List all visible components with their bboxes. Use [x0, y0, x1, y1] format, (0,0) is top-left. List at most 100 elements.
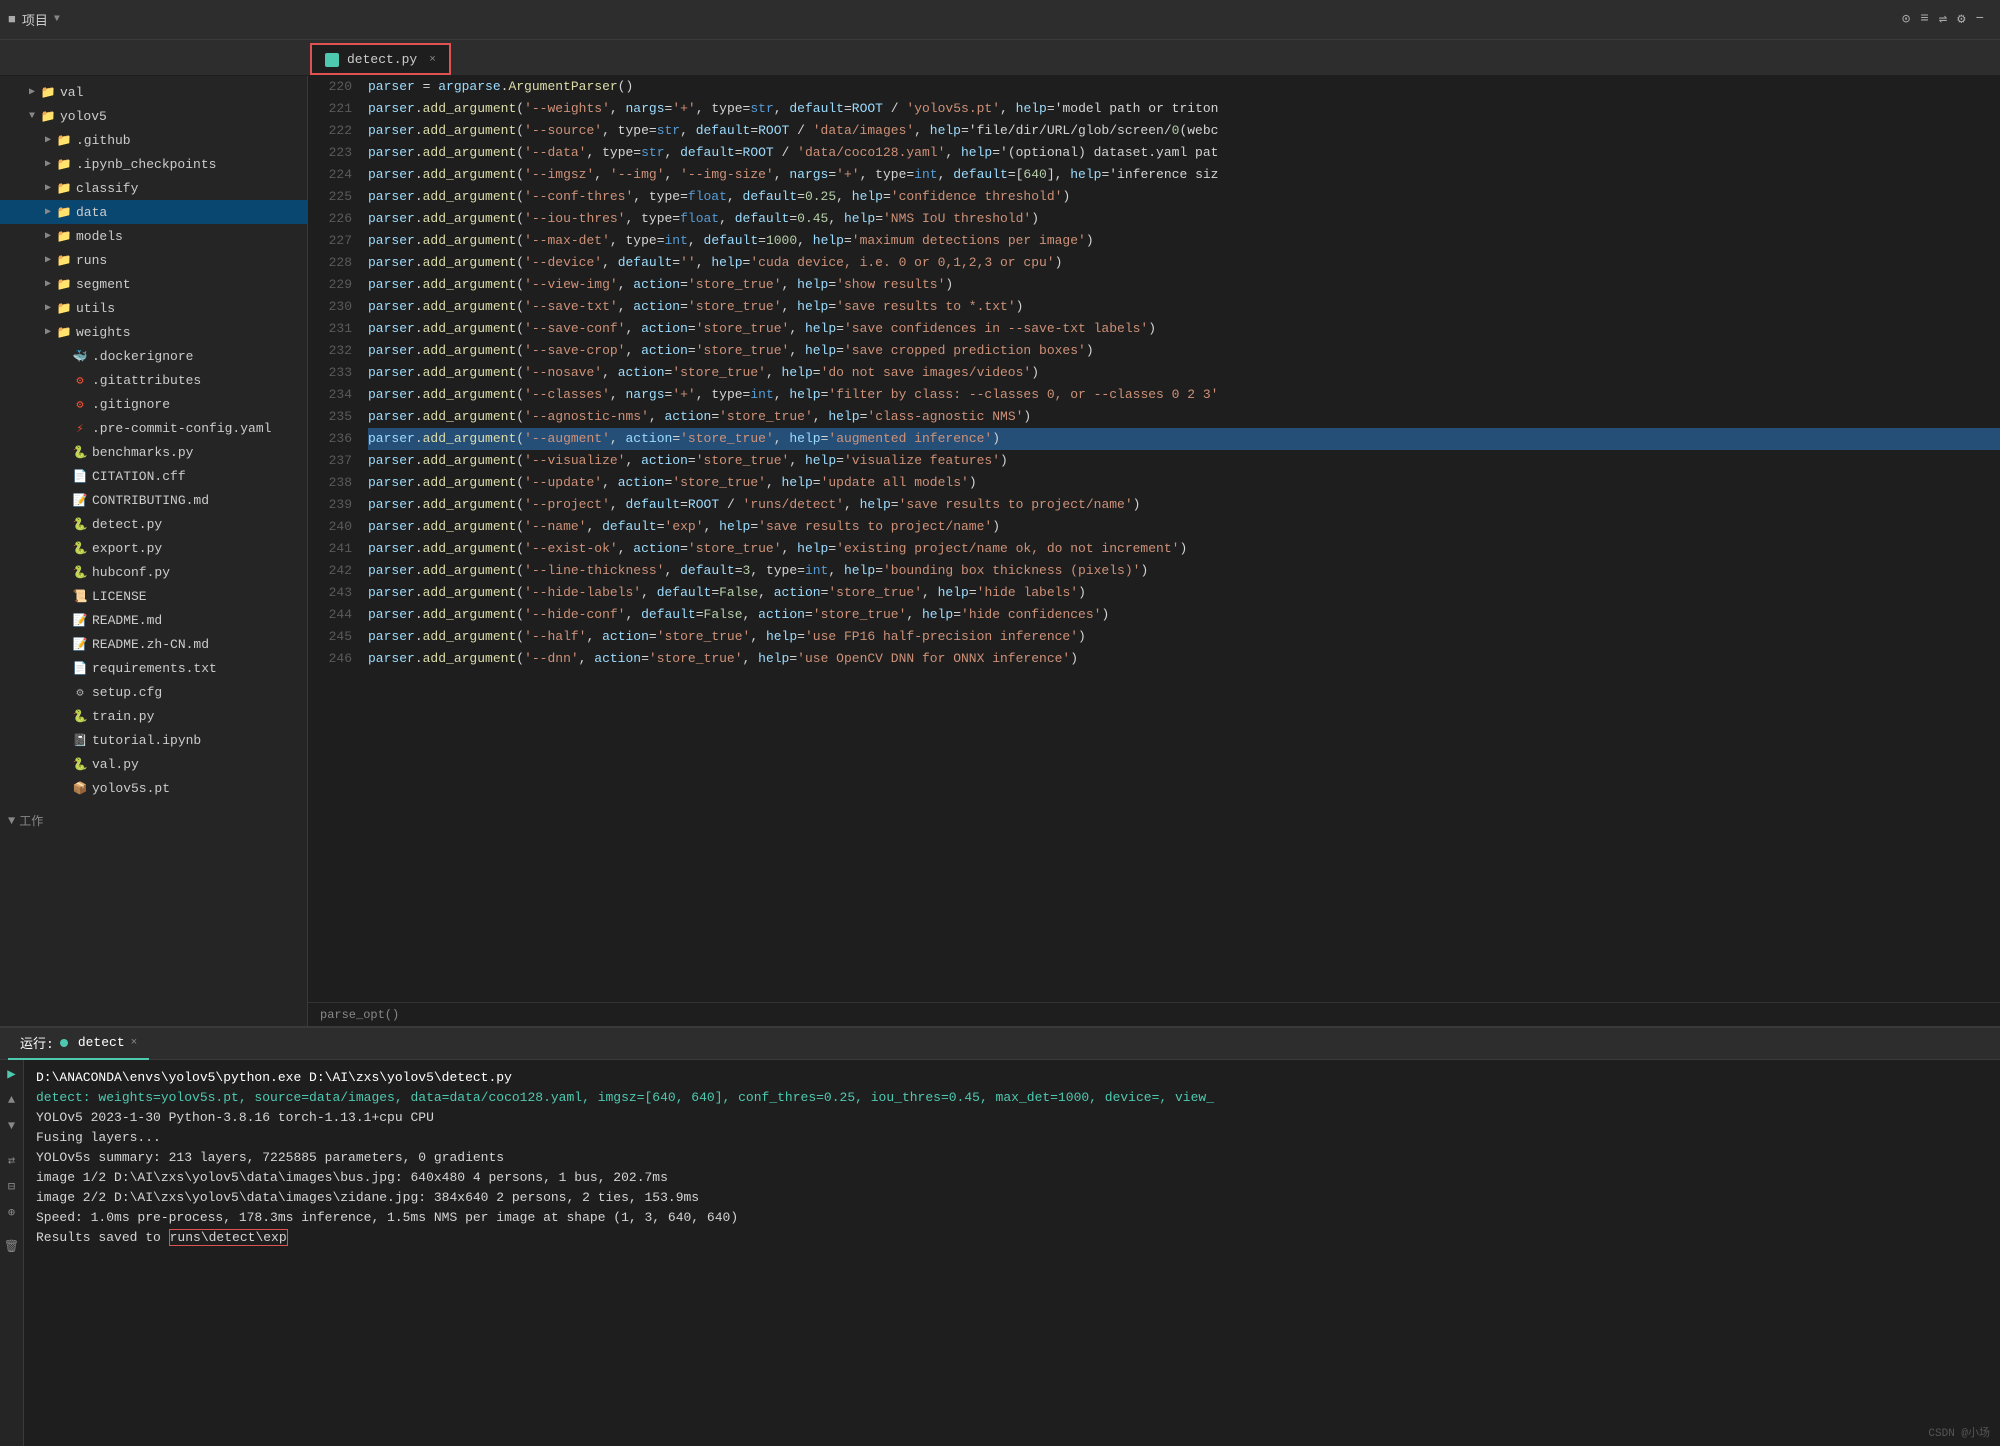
file-icon-precommit: ⚡ — [72, 420, 88, 436]
tree-item-tutorial[interactable]: 📓 tutorial.ipynb — [0, 728, 307, 752]
line-number-229: 229 — [308, 274, 352, 296]
code-line-239: parser.add_argument('--project', default… — [368, 494, 2000, 516]
code-line-223: parser.add_argument('--data', type=str, … — [368, 142, 2000, 164]
tree-item-yolov5s-pt[interactable]: 📦 yolov5s.pt — [0, 776, 307, 800]
no-arrow-train — [56, 708, 72, 724]
split-icon[interactable]: ⇌ — [1939, 11, 1947, 28]
tree-label-tutorial: tutorial.ipynb — [92, 733, 201, 748]
tree-label-requirements: requirements.txt — [92, 661, 217, 676]
minus-icon[interactable]: − — [1976, 11, 1984, 28]
code-line-231: parser.add_argument('--save-conf', actio… — [368, 318, 2000, 340]
tree-label-data: data — [76, 205, 107, 220]
code-line-241: parser.add_argument('--exist-ok', action… — [368, 538, 2000, 560]
tree-item-classify[interactable]: ▶ 📁 classify — [0, 176, 307, 200]
tree-item-gitignore[interactable]: ⚙ .gitignore — [0, 392, 307, 416]
tree-item-setup[interactable]: ⚙ setup.cfg — [0, 680, 307, 704]
tab-file-icon — [325, 53, 339, 67]
line-number-239: 239 — [308, 494, 352, 516]
file-icon-contributing: 📝 — [72, 492, 88, 508]
work-section-header: ▼ 工作 — [0, 808, 307, 833]
file-icon-setup: ⚙ — [72, 684, 88, 700]
tab-label: detect.py — [347, 52, 417, 67]
expand-arrow-models: ▶ — [40, 228, 56, 244]
tab-run[interactable]: 运行: detect × — [8, 1028, 149, 1060]
list-icon[interactable]: ≡ — [1920, 11, 1928, 28]
file-icon-benchmarks: 🐍 — [72, 444, 88, 460]
code-line-229: parser.add_argument('--view-img', action… — [368, 274, 2000, 296]
run-tab-close[interactable]: × — [131, 1037, 138, 1049]
file-icon-citation: 📄 — [72, 468, 88, 484]
trash-button[interactable]: 🗑 — [2, 1236, 22, 1256]
line-number-232: 232 — [308, 340, 352, 362]
tab-close-button[interactable]: × — [429, 54, 436, 66]
tree-item-contributing[interactable]: 📝 CONTRIBUTING.md — [0, 488, 307, 512]
tree-label-citation: CITATION.cff — [92, 469, 186, 484]
stop-up-button[interactable]: ▲ — [2, 1090, 22, 1110]
line-number-235: 235 — [308, 406, 352, 428]
tree-label-weights: weights — [76, 325, 131, 340]
gear-icon[interactable]: ⚙ — [1957, 11, 1965, 28]
filter-button[interactable]: ⊕ — [2, 1202, 22, 1222]
tree-item-readmecn[interactable]: 📝 README.zh-CN.md — [0, 632, 307, 656]
tree-item-utils[interactable]: ▶ 📁 utils — [0, 296, 307, 320]
code-line-232: parser.add_argument('--save-crop', actio… — [368, 340, 2000, 362]
tree-item-weights[interactable]: ▶ 📁 weights — [0, 320, 307, 344]
tree-item-benchmarks[interactable]: 🐍 benchmarks.py — [0, 440, 307, 464]
tree-item-requirements[interactable]: 📄 requirements.txt — [0, 656, 307, 680]
tree-item-train[interactable]: 🐍 train.py — [0, 704, 307, 728]
line-number-237: 237 — [308, 450, 352, 472]
tab-detect-py[interactable]: detect.py × — [310, 43, 451, 75]
code-line-246: parser.add_argument('--dnn', action='sto… — [368, 648, 2000, 670]
tree-item-segment[interactable]: ▶ 📁 segment — [0, 272, 307, 296]
no-arrow-setup — [56, 684, 72, 700]
tree-item-github[interactable]: ▶ 📁 .github — [0, 128, 307, 152]
code-line-227: parser.add_argument('--max-det', type=in… — [368, 230, 2000, 252]
no-arrow-yolov5s-pt — [56, 780, 72, 796]
work-label: 工作 — [19, 812, 43, 829]
tree-item-precommit[interactable]: ⚡ .pre-commit-config.yaml — [0, 416, 307, 440]
no-arrow-tutorial — [56, 732, 72, 748]
align-button[interactable]: ⊟ — [2, 1176, 22, 1196]
tree-item-hubconf[interactable]: 🐍 hubconf.py — [0, 560, 307, 584]
project-label: 项目 — [22, 10, 48, 29]
line-number-222: 222 — [308, 120, 352, 142]
tree-item-citation[interactable]: 📄 CITATION.cff — [0, 464, 307, 488]
tree-item-license[interactable]: 📜 LICENSE — [0, 584, 307, 608]
tree-item-gitattributes[interactable]: ⚙ .gitattributes — [0, 368, 307, 392]
tree-label-benchmarks: benchmarks.py — [92, 445, 193, 460]
expand-arrow-ipynb: ▶ — [40, 156, 56, 172]
code-line-225: parser.add_argument('--conf-thres', type… — [368, 186, 2000, 208]
terminal-line: image 2/2 D:\AI\zxs\yolov5\data\images\z… — [36, 1188, 1988, 1208]
folder-icon-weights: 📁 — [56, 324, 72, 340]
folder-icon-models: 📁 — [56, 228, 72, 244]
tree-item-detect[interactable]: 🐍 detect.py — [0, 512, 307, 536]
expand-arrow-classify: ▶ — [40, 180, 56, 196]
project-dropdown[interactable]: ▼ — [54, 14, 60, 25]
settings-circle-icon[interactable]: ⊙ — [1902, 11, 1910, 28]
tree-item-dockerignore[interactable]: 🐳 .dockerignore — [0, 344, 307, 368]
tree-item-export[interactable]: 🐍 export.py — [0, 536, 307, 560]
expand-arrow-github: ▶ — [40, 132, 56, 148]
tree-item-ipynb[interactable]: ▶ 📁 .ipynb_checkpoints — [0, 152, 307, 176]
tree-item-val[interactable]: ▶ 📁 val — [0, 80, 307, 104]
rerun-button[interactable]: ⇄ — [2, 1150, 22, 1170]
watermark: CSDN @小场 — [1928, 1424, 1990, 1440]
code-lines[interactable]: parser = argparse.ArgumentParser() parse… — [360, 76, 2000, 1002]
tree-item-yolov5[interactable]: ▼ 📁 yolov5 — [0, 104, 307, 128]
tree-item-val-py[interactable]: 🐍 val.py — [0, 752, 307, 776]
stop-down-button[interactable]: ▼ — [2, 1116, 22, 1136]
terminal-line: Fusing layers... — [36, 1128, 1988, 1148]
tree-item-data[interactable]: ▶ 📁 data — [0, 200, 307, 224]
play-button[interactable]: ▶ — [2, 1064, 22, 1084]
tree-item-runs[interactable]: ▶ 📁 runs — [0, 248, 307, 272]
tree-item-readme[interactable]: 📝 README.md — [0, 608, 307, 632]
tree-item-models[interactable]: ▶ 📁 models — [0, 224, 307, 248]
expand-arrow-val: ▶ — [24, 84, 40, 100]
file-icon-hubconf: 🐍 — [72, 564, 88, 580]
code-line-245: parser.add_argument('--half', action='st… — [368, 626, 2000, 648]
line-number-246: 246 — [308, 648, 352, 670]
file-icon-gitignore: ⚙ — [72, 396, 88, 412]
tree-label-yolov5s-pt: yolov5s.pt — [92, 781, 170, 796]
code-line-238: parser.add_argument('--update', action='… — [368, 472, 2000, 494]
file-icon-gitattributes: ⚙ — [72, 372, 88, 388]
